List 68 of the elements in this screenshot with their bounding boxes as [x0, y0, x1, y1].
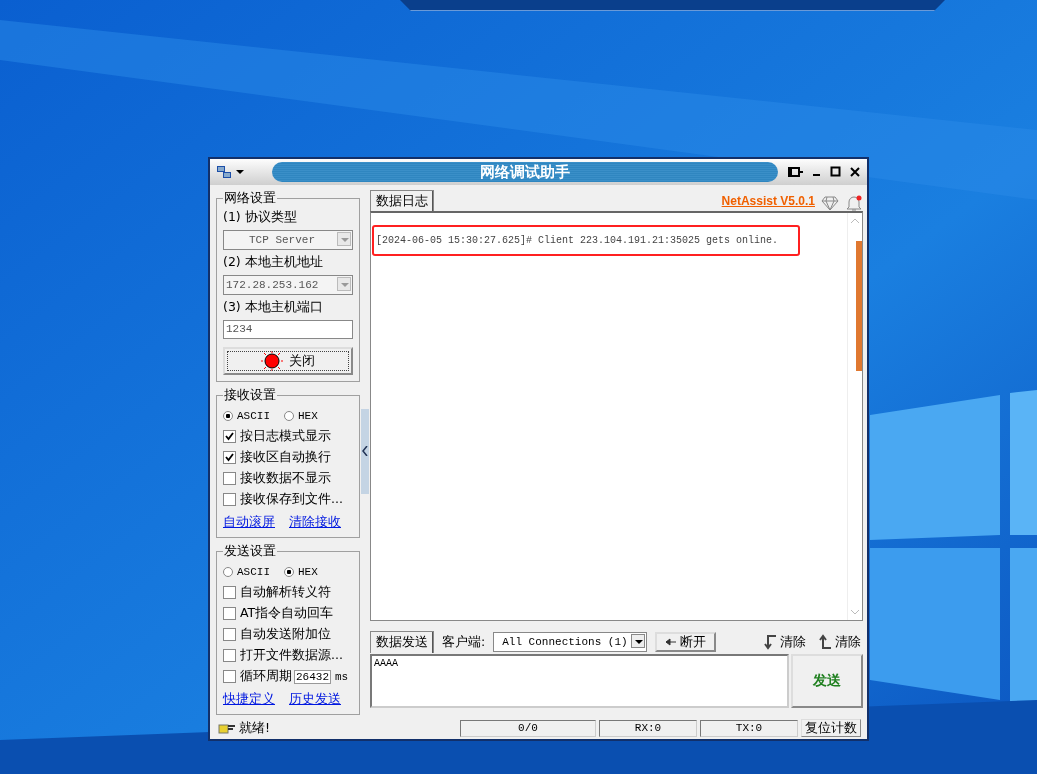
client-dropdown[interactable]: All Connections (1)	[493, 632, 648, 652]
radio-option[interactable]: HEX	[284, 410, 318, 422]
field-label: (2) 本地主机地址	[223, 254, 324, 271]
checkbox-label[interactable]: 自动解析转义符	[240, 584, 331, 601]
network-icon[interactable]	[216, 165, 232, 179]
scrollbar[interactable]	[847, 213, 862, 620]
field-label: (3) 本地主机端口	[223, 299, 324, 316]
collapse-icon[interactable]	[362, 446, 368, 456]
checkbox-label[interactable]: 按日志模式显示	[240, 428, 331, 445]
scrollbar-thumb[interactable]	[856, 241, 862, 371]
checkbox-label[interactable]: 接收区自动换行	[240, 449, 331, 466]
disconnect-button[interactable]: 断开	[655, 632, 717, 652]
checkbox-label[interactable]: 接收保存到文件...	[240, 491, 343, 508]
tx-counter: TX:0	[700, 719, 798, 737]
arrow-up-icon	[818, 634, 832, 650]
rx-counter: RX:0	[599, 719, 697, 737]
bell-icon[interactable]	[845, 195, 863, 211]
window-title: 网络调试助手	[480, 162, 570, 182]
scroll-up-icon[interactable]	[850, 217, 860, 225]
checkbox[interactable]	[223, 451, 236, 464]
checkbox[interactable]	[223, 670, 236, 683]
close-icon[interactable]	[849, 166, 861, 178]
checkbox[interactable]	[223, 586, 236, 599]
checkbox[interactable]	[223, 628, 236, 641]
radio-option[interactable]: HEX	[284, 566, 318, 578]
send-button[interactable]: 发送	[791, 654, 863, 708]
send-input[interactable]: AAAA	[370, 654, 789, 708]
clear-button[interactable]: 清除	[761, 633, 808, 651]
radio-option[interactable]: ASCII	[223, 566, 270, 578]
field-label: (1) 协议类型	[223, 209, 298, 226]
status-message: 就绪!	[239, 719, 271, 737]
checkbox-label[interactable]: 接收数据不显示	[240, 470, 331, 487]
checkbox[interactable]	[223, 472, 236, 485]
unit-label: ms	[335, 670, 349, 683]
close-connection-button[interactable]: 关闭	[223, 347, 353, 375]
link[interactable]: 自动滚屏	[223, 514, 275, 531]
checkbox[interactable]	[223, 493, 236, 506]
radio-option[interactable]: ASCII	[223, 410, 270, 422]
checkbox-label[interactable]: AT指令自动回车	[240, 605, 334, 622]
checkbox[interactable]	[223, 649, 236, 662]
scroll-down-icon[interactable]	[850, 608, 860, 616]
checkbox-label[interactable]: 自动发送附加位	[240, 626, 331, 643]
tab[interactable]: 数据发送	[370, 631, 434, 653]
caret-icon[interactable]	[236, 169, 244, 175]
checkbox-label[interactable]: 循环周期	[240, 668, 292, 685]
clear-button[interactable]: 清除	[816, 633, 863, 651]
protocol-dropdown[interactable]: TCP Server	[223, 230, 353, 250]
diamond-icon[interactable]	[821, 195, 839, 211]
period-field[interactable]: 26432	[294, 669, 331, 684]
pin-icon[interactable]	[788, 165, 804, 179]
link[interactable]: 清除接收	[289, 514, 341, 531]
host-dropdown[interactable]: 172.28.253.162	[223, 275, 353, 295]
client-label: 客户端:	[442, 633, 486, 651]
checkbox[interactable]	[223, 430, 236, 443]
tab[interactable]: 数据日志	[370, 190, 434, 211]
group-title: 网络设置	[223, 189, 277, 207]
link[interactable]: 快捷定义	[223, 691, 275, 708]
reset-count-button[interactable]: 复位计数	[801, 719, 861, 737]
link[interactable]: 历史发送	[289, 691, 341, 708]
arrow-down-icon	[763, 634, 777, 650]
maximize-icon[interactable]	[830, 166, 842, 178]
checkbox-label[interactable]: 打开文件数据源...	[240, 647, 343, 664]
group-title: 发送设置	[223, 542, 277, 560]
status-counter: 0/0	[460, 719, 596, 737]
group-title: 接收设置	[223, 386, 277, 404]
arrow-left-icon	[665, 638, 678, 646]
port-field[interactable]: 1234	[223, 320, 353, 339]
checkbox[interactable]	[223, 607, 236, 620]
